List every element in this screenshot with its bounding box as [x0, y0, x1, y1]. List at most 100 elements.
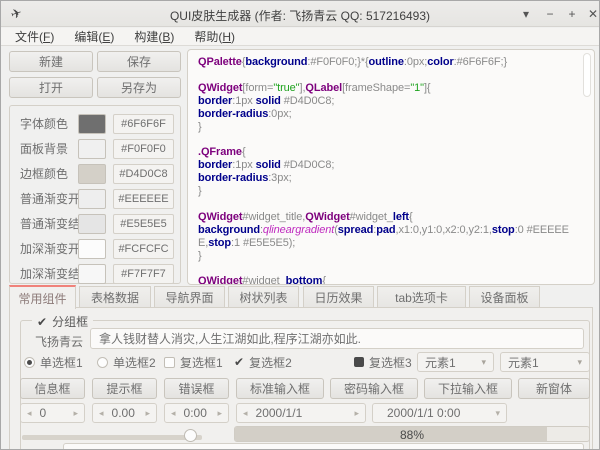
combo-box-0[interactable]: 元素1▾	[417, 352, 494, 372]
spin-right-icon[interactable]: ▸	[145, 408, 150, 419]
combo-box-1[interactable]: 元素1▾	[500, 352, 590, 372]
code-token: :#6F6F6F;}	[454, 56, 507, 68]
tab-3[interactable]: 树状列表	[228, 286, 299, 307]
color-hex-input[interactable]: #EEEEEE	[113, 189, 174, 209]
radio-1[interactable]: 单选框2	[97, 352, 156, 372]
spinner-value: 0:00	[184, 406, 207, 420]
bottom-textedit[interactable]: 拿人钱财替人消灾,人生江湖如此,程序江湖亦如此.	[63, 443, 584, 450]
code-token: :1px	[232, 95, 255, 107]
color-hex-input[interactable]: #F7F7F7	[113, 264, 174, 284]
spin-left-icon[interactable]: ◂	[99, 408, 104, 419]
titlebar-menu-arrow-icon[interactable]: ▾	[517, 6, 535, 22]
tab-4[interactable]: 日历效果	[303, 286, 374, 307]
code-token: "true"	[273, 82, 299, 94]
code-line: border:1px solid #D4D0C8;	[198, 159, 578, 172]
color-swatch[interactable]	[78, 264, 106, 284]
spin-right-icon[interactable]: ▸	[217, 408, 222, 419]
code-line: background:qlineargradient(spread:pad,x1…	[198, 224, 578, 250]
color-swatch[interactable]	[78, 189, 106, 209]
color-row-label: 字体颜色	[20, 114, 68, 134]
color-row-label: 面板背景	[20, 139, 68, 159]
dialog-button-4[interactable]: 密码输入框	[330, 378, 418, 399]
combo-value: 元素1	[425, 354, 456, 371]
color-hex-input[interactable]: #6F6F6F	[113, 114, 174, 134]
tab-0[interactable]: 常用组件	[9, 285, 76, 309]
spinner-2[interactable]: ◂ 0:00 ▸	[164, 403, 229, 423]
tab-2[interactable]: 导航界面	[154, 286, 225, 307]
dialog-button-2[interactable]: 错误框	[164, 378, 229, 399]
spinner-4[interactable]: 2000/1/1 0:00▾	[372, 403, 507, 423]
editor-scrollbar-thumb[interactable]	[583, 53, 591, 97]
close-button[interactable]: ✕	[584, 6, 600, 22]
code-line: .QFrame{	[198, 146, 578, 159]
slider-track[interactable]	[22, 435, 202, 440]
color-swatch[interactable]	[78, 139, 106, 159]
checkbox-1[interactable]: ✔复选框2	[234, 352, 292, 372]
tab-1[interactable]: 表格数据	[79, 286, 151, 307]
tab-5[interactable]: tab选项卡	[377, 286, 466, 307]
file-button-1[interactable]: 保存	[97, 51, 181, 72]
qss-editor[interactable]: QPalette{background:#F0F0F0;}*{outline:0…	[187, 49, 595, 285]
code-token: :1px	[232, 159, 255, 171]
code-line	[198, 69, 578, 82]
color-hex-input[interactable]: #E5E5E5	[113, 214, 174, 234]
code-token: background	[198, 224, 260, 236]
color-hex-input[interactable]: #D4D0C8	[113, 164, 174, 184]
slider-handle[interactable]	[184, 429, 197, 442]
color-swatch[interactable]	[78, 164, 106, 184]
color-swatch[interactable]	[78, 114, 106, 134]
code-line: border-radius:3px;	[198, 172, 578, 185]
checkbox-2[interactable]: 复选框3	[354, 352, 412, 372]
dialog-button-3[interactable]: 标准输入框	[236, 378, 324, 399]
dialog-button-1[interactable]: 提示框	[92, 378, 157, 399]
file-button-2[interactable]: 打开	[9, 77, 93, 98]
dialog-button-0[interactable]: 信息框	[20, 378, 85, 399]
menu-item-f[interactable]: 文件(F)	[5, 28, 64, 45]
progress-label: 88%	[235, 428, 589, 442]
code-line: QWidget#widget_title,QWidget#widget_left…	[198, 211, 578, 224]
code-line: }	[198, 121, 578, 134]
code-line	[198, 262, 578, 275]
checkbox-label: 复选框2	[249, 354, 292, 371]
dialog-button-6[interactable]: 新窗体	[518, 378, 590, 399]
color-hex-input[interactable]: #F0F0F0	[113, 139, 174, 159]
groupbox-title: 分组框	[52, 313, 88, 330]
maximize-button[interactable]: +	[563, 6, 581, 22]
menu-item-b[interactable]: 构建(B)	[124, 28, 184, 45]
spin-left-icon[interactable]: ◂	[171, 408, 176, 419]
code-token: ,x1:0,y1:0,x2:0,y2:1,	[396, 224, 492, 236]
menu-access-key: B	[162, 30, 170, 44]
minimize-button[interactable]: −	[541, 6, 559, 22]
code-token: [frameShape=	[342, 82, 410, 94]
spin-right-icon[interactable]: ▸	[354, 408, 359, 419]
spin-left-icon[interactable]: ◂	[243, 408, 248, 419]
code-token: stop	[208, 237, 231, 249]
code-token: }	[198, 250, 202, 262]
file-button-3[interactable]: 另存为	[97, 77, 181, 98]
code-token: .QFrame	[198, 146, 242, 158]
code-token: QLabel	[305, 82, 342, 94]
menu-item-h[interactable]: 帮助(H)	[184, 28, 245, 45]
spinner-3[interactable]: ◂2000/1/1▸	[236, 403, 366, 423]
spin-left-icon[interactable]: ◂	[27, 408, 32, 419]
menu-item-e[interactable]: 编辑(E)	[64, 28, 124, 45]
file-button-0[interactable]: 新建	[9, 51, 93, 72]
dialog-button-5[interactable]: 下拉输入框	[424, 378, 512, 399]
code-token: stop	[492, 224, 515, 236]
color-settings-frame: 字体颜色#6F6F6F面板背景#F0F0F0边框颜色#D4D0C8普通渐变开始#…	[9, 105, 181, 284]
color-hex-input[interactable]: #FCFCFC	[113, 239, 174, 259]
code-token: #widget_	[242, 275, 285, 285]
groupbox-checkbox[interactable]: ✔ 分组框	[32, 313, 93, 330]
code-token: border	[198, 159, 232, 171]
checkbox-0[interactable]: 复选框1	[164, 352, 223, 372]
radio-0[interactable]: 单选框1	[24, 352, 83, 372]
code-token: pad	[376, 224, 395, 236]
color-swatch[interactable]	[78, 214, 106, 234]
spinner-1[interactable]: ◂0.00▸	[92, 403, 157, 423]
spin-right-icon[interactable]: ▸	[73, 408, 78, 419]
tab-6[interactable]: 设备面板	[469, 286, 540, 307]
color-swatch[interactable]	[78, 239, 106, 259]
quote-input[interactable]	[90, 328, 584, 349]
spinner-0[interactable]: ◂0▸	[20, 403, 85, 423]
code-token: "1"	[410, 82, 424, 94]
